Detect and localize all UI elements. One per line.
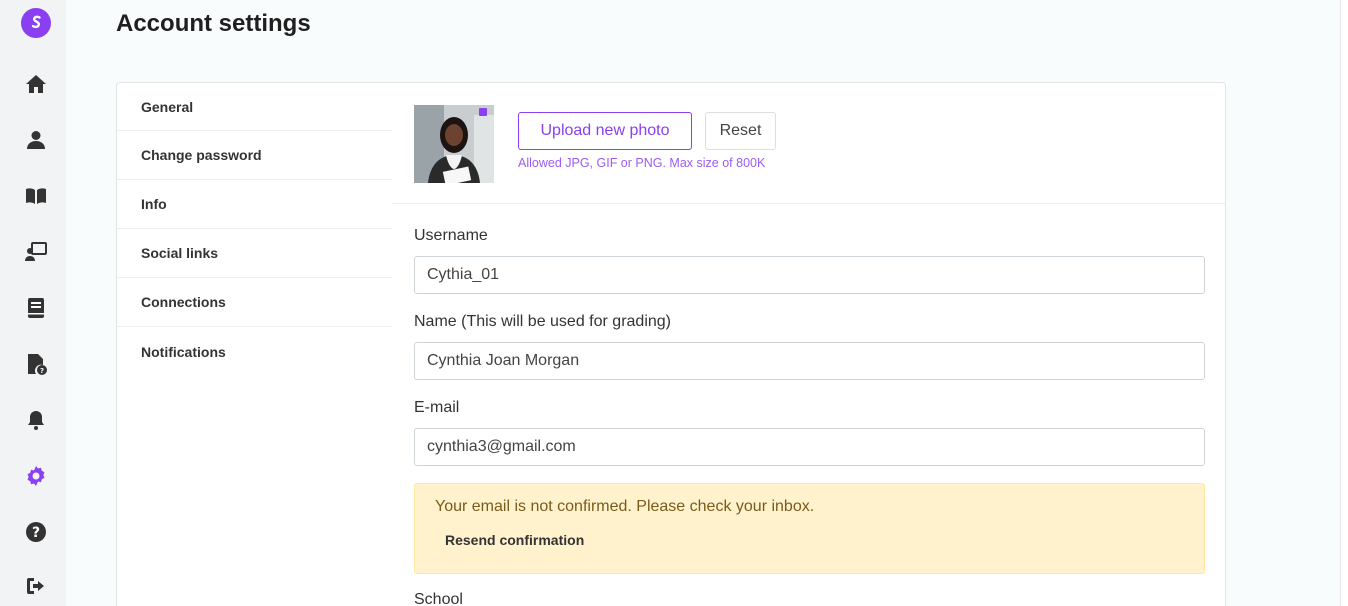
name-field[interactable]	[414, 342, 1205, 380]
email-label: E-mail	[414, 399, 460, 416]
nav-classes[interactable]	[18, 234, 54, 270]
profile-photo-section: Upload new photo Reset Allowed JPG, GIF …	[392, 83, 1225, 204]
alert-message: Your email is not confirmed. Please chec…	[435, 498, 815, 515]
tab-general[interactable]: General	[117, 83, 392, 131]
gear-icon	[27, 466, 45, 486]
sidebar: ? ?	[0, 0, 66, 606]
teacher-icon	[25, 242, 47, 261]
avatar	[414, 105, 494, 183]
page-scrollbar[interactable]	[1340, 0, 1348, 606]
nav-profile[interactable]	[18, 122, 54, 158]
nav-notebook[interactable]	[18, 290, 54, 326]
school-label: School	[414, 591, 463, 606]
nav-home[interactable]	[18, 66, 54, 102]
user-icon	[27, 131, 45, 149]
book-open-icon	[26, 188, 46, 204]
bell-icon	[28, 411, 44, 430]
svg-text:?: ?	[40, 367, 44, 375]
settings-tabs: General Change password Info Social link…	[117, 83, 392, 376]
upload-photo-button[interactable]: Upload new photo	[518, 112, 692, 150]
help-icon: ?	[26, 522, 46, 542]
nav-courses[interactable]	[18, 178, 54, 214]
tab-info[interactable]: Info	[117, 180, 392, 229]
tab-change-password[interactable]: Change password	[117, 131, 392, 180]
resend-confirmation-link[interactable]: Resend confirmation	[445, 532, 584, 548]
username-field[interactable]	[414, 256, 1205, 294]
logo-s-icon	[31, 15, 41, 29]
tab-notifications[interactable]: Notifications	[117, 327, 392, 376]
notebook-icon	[28, 298, 44, 318]
tab-connections[interactable]: Connections	[117, 278, 392, 327]
svg-text:?: ?	[32, 525, 40, 541]
email-unconfirmed-alert: Your email is not confirmed. Please chec…	[414, 483, 1205, 574]
nav-help[interactable]: ?	[18, 514, 54, 550]
tab-social-links[interactable]: Social links	[117, 229, 392, 278]
page-title: Account settings	[116, 10, 311, 37]
nav-assignments[interactable]: ?	[18, 346, 54, 382]
name-label: Name (This will be used for grading)	[414, 313, 671, 330]
home-icon	[26, 75, 46, 93]
nav-notifications[interactable]	[18, 402, 54, 438]
logout-icon	[27, 578, 44, 594]
settings-card: General Change password Info Social link…	[116, 82, 1226, 606]
photo-hint: Allowed JPG, GIF or PNG. Max size of 800…	[518, 156, 766, 170]
nav-settings[interactable]	[18, 458, 54, 494]
reset-photo-button[interactable]: Reset	[705, 112, 776, 150]
nav-logout[interactable]	[18, 568, 54, 604]
file-question-icon: ?	[28, 354, 47, 375]
app-logo[interactable]	[21, 8, 51, 38]
email-field[interactable]	[414, 428, 1205, 466]
username-label: Username	[414, 227, 488, 244]
